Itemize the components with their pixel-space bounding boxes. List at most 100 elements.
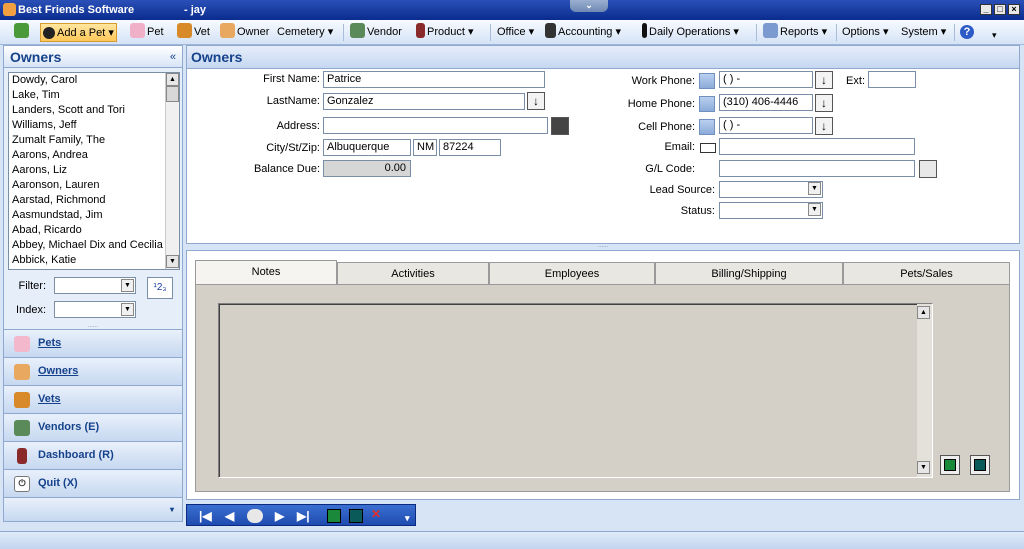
email-icon[interactable]	[700, 143, 716, 153]
cell-phone-arrow-button[interactable]: ↓	[815, 117, 833, 135]
dashboard-icon	[17, 448, 27, 464]
owner-list-item[interactable]: Aarstad, Richmond	[9, 193, 179, 208]
owner-list-item[interactable]: Dowdy, Carol	[9, 73, 179, 88]
new-record-icon[interactable]	[327, 509, 341, 523]
index-dropdown-icon[interactable]: ▼	[121, 303, 134, 316]
cemetery-menu[interactable]: Cemetery ▾	[275, 23, 335, 42]
nav-pets[interactable]: Pets	[4, 329, 182, 357]
product-menu[interactable]: Product ▾	[414, 23, 476, 42]
last-name-arrow-button[interactable]: ↓	[527, 92, 545, 110]
phone-icon[interactable]	[699, 119, 715, 135]
notes-scrollbar[interactable]: ▲ ▼	[917, 304, 932, 477]
help-icon[interactable]: ?	[960, 25, 974, 39]
last-name-field[interactable]: Gonzalez	[323, 93, 525, 110]
owner-button[interactable]: Owner	[218, 23, 271, 42]
add-pet-dropdown-icon[interactable]: ▾	[108, 27, 114, 39]
filter-dropdown-icon[interactable]: ▼	[121, 279, 134, 292]
last-record-icon[interactable]: ▶|	[297, 508, 310, 524]
add-note-button[interactable]	[940, 455, 960, 475]
pet-button[interactable]: Pet	[128, 23, 166, 42]
reports-menu[interactable]: Reports ▾	[761, 23, 829, 42]
scroll-up-icon[interactable]: ▲	[166, 73, 179, 86]
accounting-menu[interactable]: Accounting ▾	[543, 23, 623, 42]
home-icon[interactable]	[12, 23, 33, 42]
work-phone-field[interactable]: ( ) -	[719, 71, 813, 88]
maximize-button[interactable]: □	[994, 4, 1006, 15]
first-name-field[interactable]: Patrice	[323, 71, 545, 88]
scroll-down-icon[interactable]: ▼	[917, 461, 930, 474]
phone-icon[interactable]	[699, 73, 715, 89]
owner-list-item[interactable]: Abbick, Katie	[9, 253, 179, 268]
navigator-overflow-icon[interactable]: ▾	[405, 510, 410, 526]
ribbon-toggle-icon[interactable]: ⌄	[570, 0, 608, 12]
status-dropdown-icon[interactable]: ▼	[808, 203, 821, 216]
collapse-icon[interactable]: «	[170, 51, 176, 63]
city-field[interactable]: Albuquerque	[323, 139, 411, 156]
owner-list-item[interactable]: Aarons, Andrea	[9, 148, 179, 163]
sort-numeric-icon[interactable]: ¹2₃	[147, 277, 173, 299]
tab-pets-sales[interactable]: Pets/Sales	[843, 262, 1010, 285]
delete-record-icon[interactable]: ✕	[371, 506, 381, 522]
nav-vets[interactable]: Vets	[4, 385, 182, 413]
search-icon[interactable]	[919, 160, 937, 178]
toolbar-overflow-icon[interactable]: ▾	[990, 26, 999, 45]
gl-code-label: G/L Code:	[645, 163, 695, 175]
notes-textarea[interactable]: ▲ ▼	[218, 303, 933, 478]
nav-quit[interactable]: ⏻ Quit (X)	[4, 469, 182, 497]
owner-list-item[interactable]: Williams, Jeff	[9, 118, 179, 133]
work-phone-arrow-button[interactable]: ↓	[815, 71, 833, 89]
email-field[interactable]	[719, 138, 915, 155]
scroll-down-icon[interactable]: ▼	[166, 255, 179, 268]
vendor-button[interactable]: Vendor	[348, 23, 404, 42]
owner-list-item[interactable]: Abbey, Michael Dix and Cecilia	[9, 238, 179, 253]
tab-activities[interactable]: Activities	[337, 262, 489, 285]
owner-list-item[interactable]: Aarons, Liz	[9, 163, 179, 178]
office-menu[interactable]: Office ▾	[495, 23, 536, 42]
search-icon[interactable]	[247, 509, 263, 523]
close-button[interactable]: ×	[1008, 4, 1020, 15]
map-icon[interactable]	[551, 117, 569, 135]
home-phone-field[interactable]: (310) 406-4446	[719, 94, 813, 111]
nav-owners[interactable]: Owners	[4, 357, 182, 385]
lead-source-dropdown-icon[interactable]: ▼	[808, 182, 821, 195]
nav-vendors[interactable]: Vendors (E)	[4, 413, 182, 441]
index-select[interactable]: ▼	[54, 301, 136, 318]
gl-code-field[interactable]	[719, 160, 915, 177]
zip-field[interactable]: 87224	[439, 139, 501, 156]
owner-list[interactable]: Dowdy, Carol Lake, Tim Landers, Scott and …	[8, 72, 180, 270]
scroll-thumb[interactable]	[166, 86, 179, 102]
owner-list-scrollbar[interactable]: ▲ ▼	[165, 73, 179, 269]
owner-list-item[interactable]: Lake, Tim	[9, 88, 179, 103]
owner-list-item[interactable]: Abad, Ricardo	[9, 223, 179, 238]
nav-overflow-icon[interactable]: ▾	[170, 496, 174, 523]
options-menu[interactable]: Options ▾	[840, 23, 891, 42]
owner-list-item[interactable]: Landers, Scott and Tori	[9, 103, 179, 118]
ext-field[interactable]	[868, 71, 916, 88]
filter-select[interactable]: ▼	[54, 277, 136, 294]
edit-record-icon[interactable]	[349, 509, 363, 523]
next-record-icon[interactable]: ▶	[275, 508, 284, 524]
first-record-icon[interactable]: |◀	[199, 508, 212, 524]
system-menu[interactable]: System ▾	[899, 23, 948, 42]
nav-overflow[interactable]: ▾	[4, 497, 182, 521]
add-pet-label: Add a Pet	[57, 27, 106, 39]
cell-phone-field[interactable]: ( ) -	[719, 117, 813, 134]
tab-billing-shipping[interactable]: Billing/Shipping	[655, 262, 843, 285]
add-pet-button[interactable]: Add a Pet ▾	[40, 23, 117, 42]
minimize-button[interactable]: _	[980, 4, 992, 15]
owner-list-item[interactable]: Aaronson, Lauren	[9, 178, 179, 193]
home-phone-arrow-button[interactable]: ↓	[815, 94, 833, 112]
tab-employees[interactable]: Employees	[489, 262, 655, 285]
state-field[interactable]: NM	[413, 139, 437, 156]
nav-dashboard[interactable]: Dashboard (R)	[4, 441, 182, 469]
scroll-up-icon[interactable]: ▲	[917, 306, 930, 319]
address-field[interactable]	[323, 117, 548, 134]
tab-notes[interactable]: Notes	[195, 260, 337, 284]
daily-operations-menu[interactable]: Daily Operations ▾	[640, 23, 741, 42]
prev-record-icon[interactable]: ◀	[225, 508, 234, 524]
vet-button[interactable]: Vet	[175, 23, 212, 42]
edit-note-button[interactable]	[970, 455, 990, 475]
phone-icon[interactable]	[699, 96, 715, 112]
owner-list-item[interactable]: Aasmundstad, Jim	[9, 208, 179, 223]
owner-list-item[interactable]: Zumalt Family, The	[9, 133, 179, 148]
